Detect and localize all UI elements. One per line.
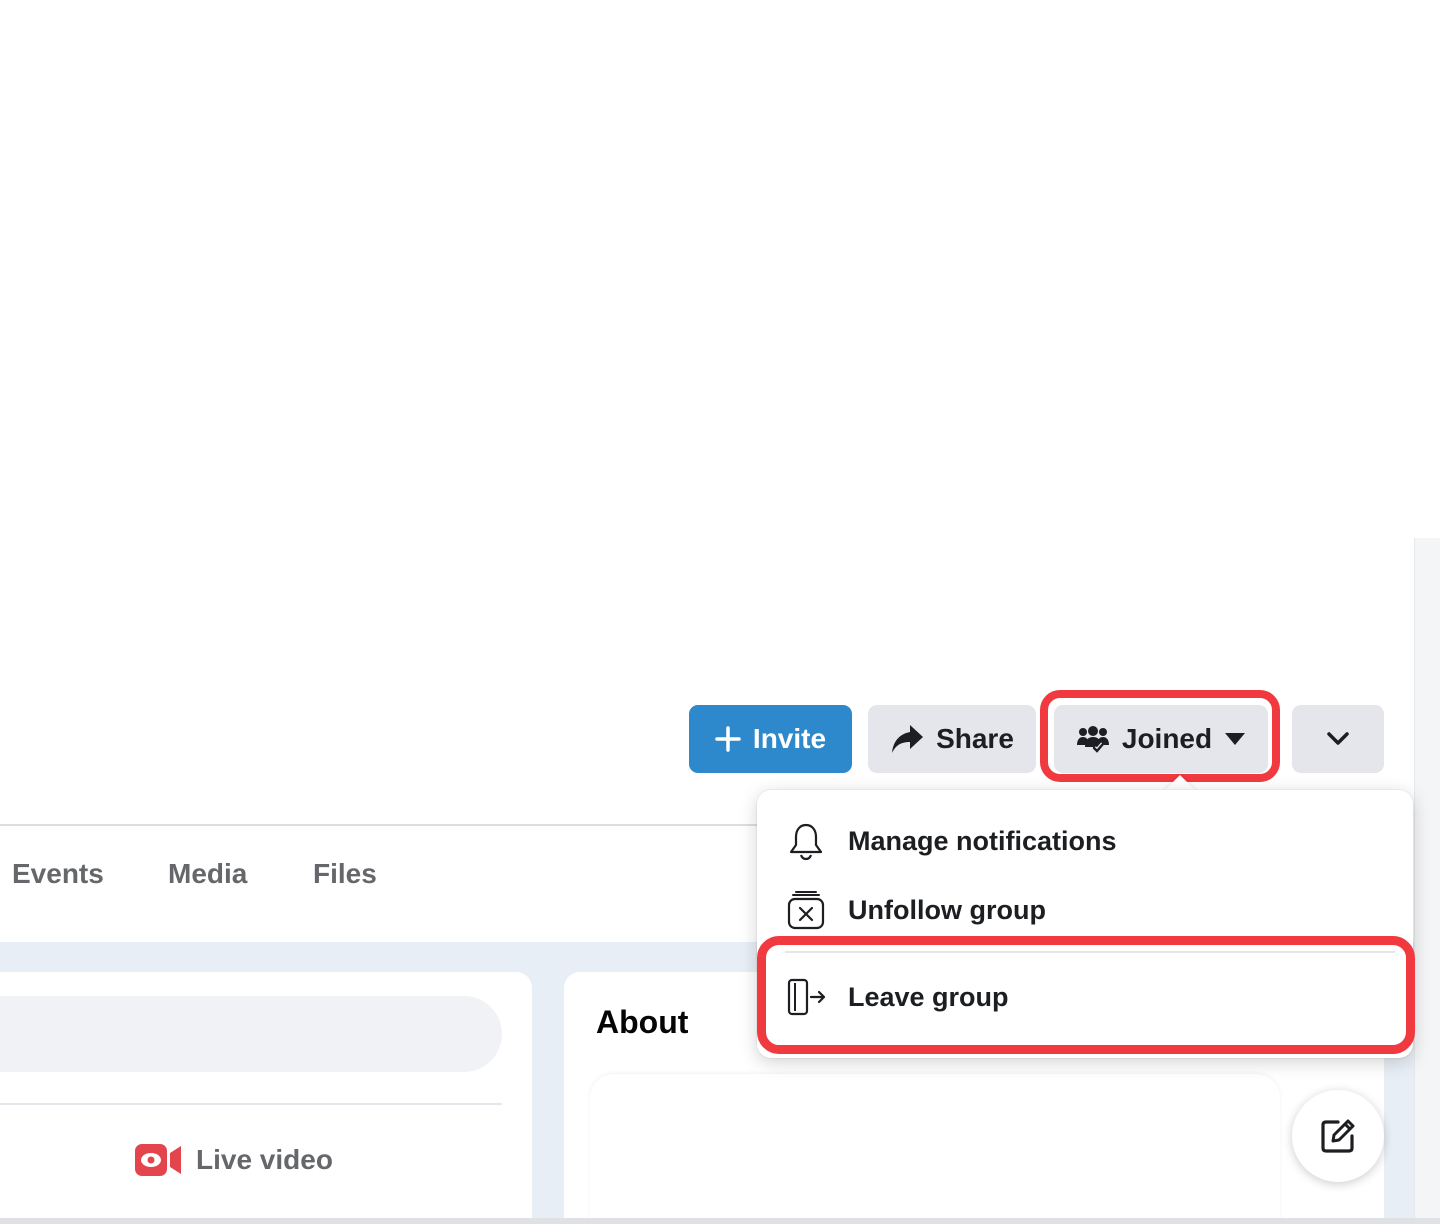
joined-label: Joined bbox=[1121, 723, 1213, 754]
share-arrow-icon bbox=[892, 725, 924, 753]
live-video-label: Live video bbox=[196, 1144, 333, 1175]
composer-input[interactable] bbox=[0, 996, 502, 1072]
group-page: Invite Share Joined Events Media Files L… bbox=[0, 0, 1440, 1224]
header-divider bbox=[0, 824, 760, 826]
compose-edit-icon bbox=[1321, 1119, 1355, 1153]
share-label: Share bbox=[936, 723, 1014, 754]
live-video-button[interactable]: Live video bbox=[134, 1140, 333, 1180]
group-members-icon bbox=[1076, 726, 1109, 753]
tab-files[interactable]: Files bbox=[313, 858, 377, 890]
scrollbar-track[interactable] bbox=[1414, 538, 1440, 1224]
new-message-button[interactable] bbox=[1292, 1090, 1384, 1182]
live-video-icon bbox=[135, 1144, 181, 1176]
plus-icon bbox=[715, 726, 741, 752]
menu-item-unfollow-group[interactable]: Unfollow group bbox=[770, 877, 1400, 943]
chevron-down-icon bbox=[1327, 732, 1349, 745]
invite-button[interactable]: Invite bbox=[689, 705, 852, 773]
menu-item-manage-notifications[interactable]: Manage notifications bbox=[770, 808, 1400, 874]
chat-panel bbox=[590, 1074, 1280, 1224]
bottom-scrollbar[interactable] bbox=[0, 1218, 1440, 1224]
tab-media[interactable]: Media bbox=[168, 858, 247, 890]
menu-separator bbox=[785, 951, 1395, 953]
menu-item-label: Manage notifications bbox=[848, 825, 1117, 856]
menu-item-label: Unfollow group bbox=[848, 894, 1046, 925]
menu-item-leave-group[interactable]: Leave group bbox=[770, 964, 1400, 1030]
share-button[interactable]: Share bbox=[868, 705, 1036, 773]
more-options-button[interactable] bbox=[1292, 705, 1384, 773]
unfollow-icon bbox=[787, 891, 825, 930]
leave-door-icon bbox=[787, 978, 826, 1016]
composer-divider bbox=[0, 1103, 502, 1105]
about-title: About bbox=[596, 1004, 689, 1040]
joined-button[interactable]: Joined bbox=[1054, 705, 1268, 773]
bell-icon bbox=[789, 823, 823, 861]
caret-down-icon bbox=[1225, 733, 1246, 745]
menu-item-label: Leave group bbox=[848, 981, 1009, 1012]
tab-events[interactable]: Events bbox=[12, 858, 104, 890]
invite-label: Invite bbox=[752, 723, 827, 754]
